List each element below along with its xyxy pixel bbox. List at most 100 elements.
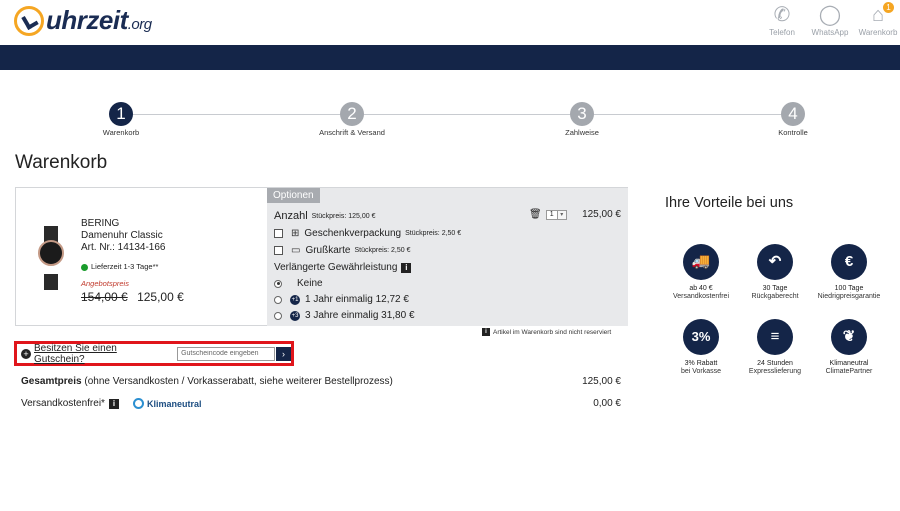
steps-connector	[121, 114, 793, 115]
logo-check-icon	[14, 5, 44, 36]
site-header: uhrzeit.org ✆ Telefon ◯ WhatsApp ⌂ 1 War…	[0, 0, 900, 44]
quantity-select[interactable]: 1	[545, 209, 558, 220]
trash-icon[interactable]: 🗑	[529, 209, 542, 220]
benefit-line2: Expresslieferung	[748, 368, 802, 375]
klimaneutral-label: Klimaneutral	[146, 398, 202, 409]
step-zahlweise[interactable]: 3 Zahlweise	[537, 102, 627, 137]
info-icon[interactable]: i	[108, 398, 119, 409]
step-warenkorb[interactable]: 1 Warenkorb	[76, 102, 166, 137]
whatsapp-link[interactable]: ◯ WhatsApp	[808, 2, 852, 37]
product-image[interactable]	[36, 226, 66, 290]
klimaneutral-badge[interactable]: Klimaneutral	[132, 398, 202, 409]
options-panel: Optionen Anzahl Stückpreis: 125,00 € 🗑 1…	[267, 188, 628, 326]
warranty-radio[interactable]	[274, 279, 282, 288]
step-label: Kontrolle	[778, 128, 808, 137]
return-icon: ↶	[757, 244, 793, 280]
card-icon: ▭	[291, 245, 301, 256]
whatsapp-label: WhatsApp	[811, 28, 849, 37]
step-number: 1	[109, 102, 133, 126]
benefit-line1: 24 Stunden	[757, 360, 793, 367]
gift-icon: ⊞	[291, 228, 300, 239]
gift-wrap-option[interactable]: ⊞ Geschenkverpackung Stückpreis: 2,50 €	[274, 228, 461, 239]
benefit-line2: Versandkostenfrei	[672, 293, 730, 300]
phone-link[interactable]: ✆ Telefon	[760, 2, 804, 37]
benefit-line2: ClimatePartner	[825, 368, 873, 375]
product-name[interactable]: Damenuhr Classic	[81, 230, 184, 242]
site-logo[interactable]: uhrzeit.org	[14, 5, 152, 36]
benefit-prepayment-discount: 3% 3% Rabatt bei Vorkasse	[661, 319, 741, 375]
greeting-card-label: Grußkarte	[305, 245, 351, 256]
voucher-code-input[interactable]	[177, 346, 275, 361]
step-label: Zahlweise	[565, 128, 599, 137]
reserve-note: i Artikel im Warenkorb sind nicht reserv…	[482, 328, 611, 336]
benefit-line2: bei Vorkasse	[680, 368, 722, 375]
info-icon: i	[482, 328, 490, 336]
step-label: Warenkorb	[102, 128, 140, 137]
leaf-icon: ❦	[831, 319, 867, 355]
product-prices: 154,00 € 125,00 €	[81, 291, 184, 303]
plus-icon[interactable]: +	[21, 348, 31, 359]
nav-bar	[0, 45, 900, 70]
current-price: 125,00 €	[137, 290, 184, 304]
euro-icon: €	[831, 244, 867, 280]
warranty-label: Keine	[297, 278, 323, 289]
options-tab: Optionen	[267, 188, 320, 203]
warranty-option-none[interactable]: Keine	[274, 278, 323, 289]
warranty-option-3-years[interactable]: +3 3 Jahre einmalig 31,80 €	[274, 310, 415, 321]
benefit-line2: Rückgaberecht	[751, 293, 799, 300]
benefit-express: ≡ 24 Stunden Expresslieferung	[735, 319, 815, 375]
express-icon: ≡	[757, 319, 793, 355]
total-value: 125,00 €	[582, 376, 621, 387]
product-info: BERING Damenuhr Classic Art. Nr.: 14134-…	[81, 218, 184, 303]
product-brand[interactable]: BERING	[81, 218, 184, 230]
quantity-row: Anzahl Stückpreis: 125,00 €	[274, 210, 375, 222]
step-anschrift[interactable]: 2 Anschrift & Versand	[307, 102, 397, 137]
voucher-section: + Besitzen Sie einen Gutschein? ›	[14, 341, 294, 366]
cart-link[interactable]: ⌂ 1 Warenkorb	[856, 2, 900, 37]
old-price: 154,00 €	[81, 290, 128, 304]
chevron-down-icon[interactable]: ▾	[557, 209, 567, 220]
benefit-line2: Niedrigpreisgarantie	[817, 293, 881, 300]
delivery-time: Lieferzeit 1-3 Tage**	[81, 261, 184, 273]
whatsapp-icon: ◯	[818, 4, 842, 26]
delivery-text: Lieferzeit 1-3 Tage**	[91, 262, 159, 271]
watch-dial	[38, 240, 64, 266]
step-kontrolle[interactable]: 4 Kontrolle	[748, 102, 838, 137]
benefit-line1: 30 Tage	[762, 285, 788, 292]
percent-icon: 3%	[683, 319, 719, 355]
greeting-card-checkbox[interactable]	[274, 246, 283, 255]
strap-bottom	[44, 274, 58, 290]
warranty-label: 3 Jahre einmalig 31,80 €	[305, 310, 415, 321]
phone-label: Telefon	[769, 28, 795, 37]
step-number: 2	[340, 102, 364, 126]
step-number: 4	[781, 102, 805, 126]
quantity-label: Anzahl	[274, 210, 308, 222]
step-label: Anschrift & Versand	[319, 128, 385, 137]
benefit-free-shipping: 🚚 ab 40 € Versandkostenfrei	[661, 244, 741, 300]
header-actions: ✆ Telefon ◯ WhatsApp ⌂ 1 Warenkorb	[756, 2, 900, 37]
cart-label: Warenkorb	[858, 28, 898, 37]
total-label: Gesamtpreis (ohne Versandkosten / Vorkas…	[21, 376, 393, 387]
gift-wrap-price: Stückpreis: 2,50 €	[405, 230, 462, 237]
gift-wrap-checkbox[interactable]	[274, 229, 283, 238]
gift-wrap-label: Geschenkverpackung	[304, 228, 402, 239]
plus-one-icon: +1	[290, 294, 300, 305]
benefit-line1: 100 Tage	[834, 285, 864, 292]
voucher-submit-button[interactable]: ›	[276, 346, 291, 361]
shipping-value: 0,00 €	[593, 398, 621, 409]
benefit-low-price: € 100 Tage Niedrigpreisgarantie	[809, 244, 889, 300]
greeting-card-option[interactable]: ▭ Grußkarte Stückpreis: 2,50 €	[274, 245, 411, 256]
benefit-return: ↶ 30 Tage Rückgaberecht	[735, 244, 815, 300]
warranty-option-1-year[interactable]: +1 1 Jahr einmalig 12,72 €	[274, 294, 409, 305]
warranty-radio[interactable]	[274, 311, 282, 320]
offer-label: Angebotspreis	[81, 279, 129, 288]
cart-item: BERING Damenuhr Classic Art. Nr.: 14134-…	[15, 187, 628, 326]
voucher-link[interactable]: Besitzen Sie einen Gutschein?	[34, 343, 170, 365]
benefit-line1: 3% Rabatt	[684, 360, 718, 367]
step-number: 3	[570, 102, 594, 126]
warranty-title: Verlängerte Gewährleistung	[274, 262, 398, 273]
warranty-radio[interactable]	[274, 295, 282, 304]
info-icon[interactable]: i	[401, 262, 412, 273]
checkout-steps: 1 Warenkorb 2 Anschrift & Versand 3 Zahl…	[0, 100, 900, 140]
shipping-label: Versandkostenfrei*	[21, 398, 105, 409]
